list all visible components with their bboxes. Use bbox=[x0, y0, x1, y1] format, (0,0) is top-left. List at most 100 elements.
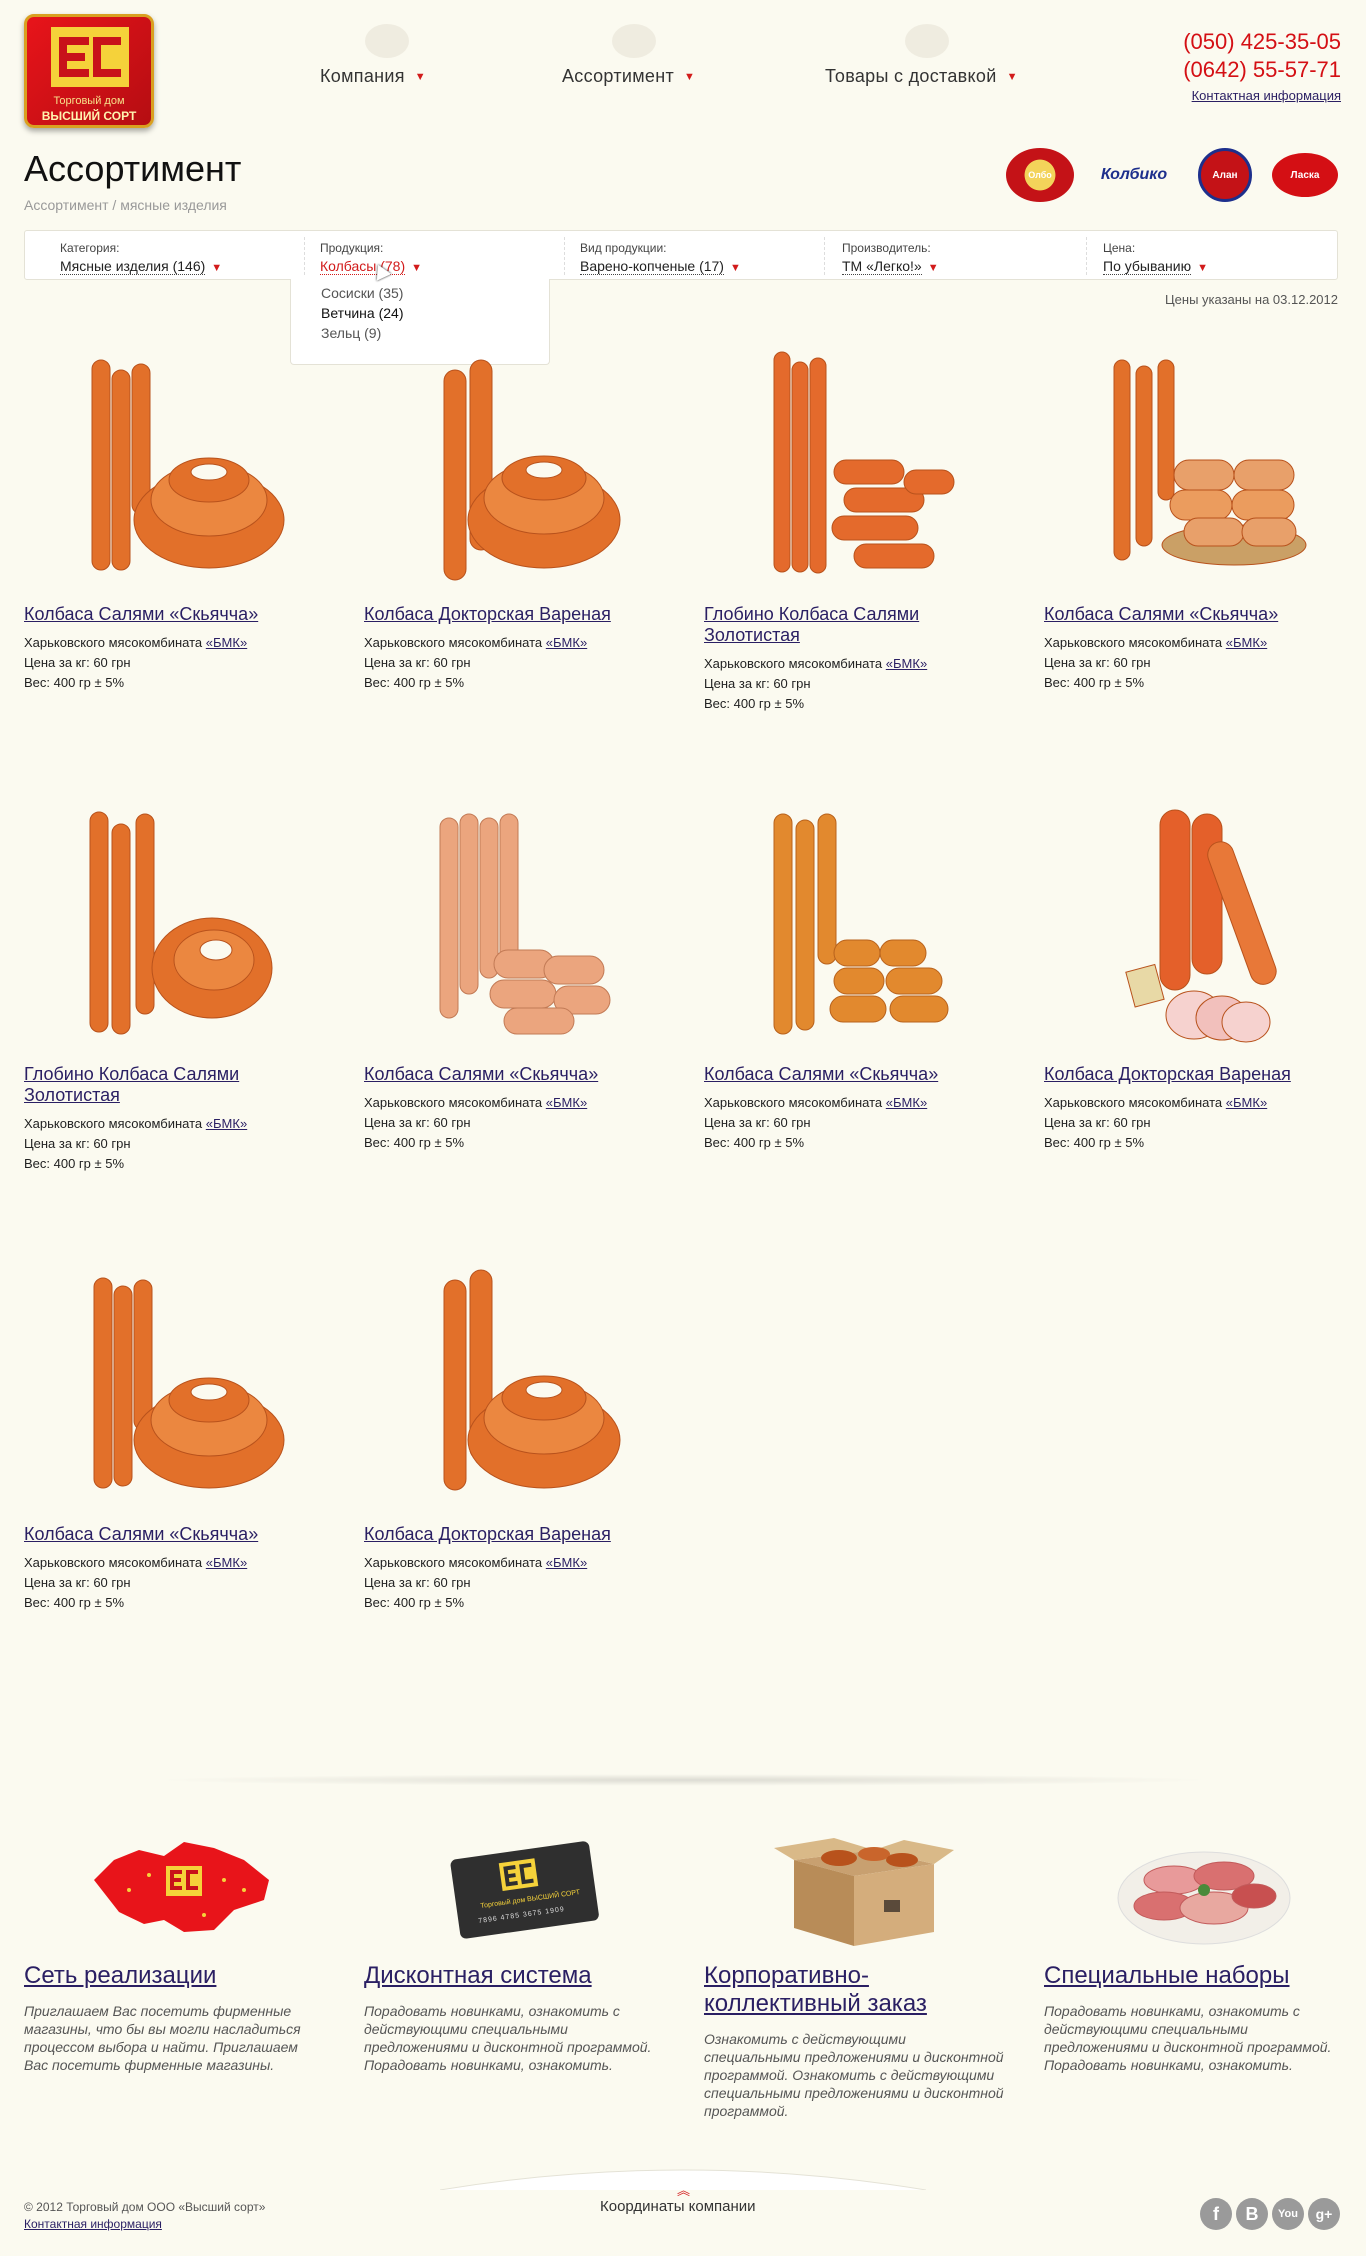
product-card[interactable]: Колбаса Салями «Скьяччa» Харьковского мя… bbox=[24, 340, 324, 693]
filter-value[interactable]: Колбасы (78) bbox=[320, 258, 406, 275]
product-maker: Харьковского мясокомбината bbox=[1044, 1095, 1223, 1110]
product-meta: Харьковского мясокомбината «БМК» Цена за… bbox=[704, 654, 1004, 714]
filter-category[interactable]: Категория: Мясные изделия (146) ▼ bbox=[60, 237, 305, 275]
brand-logo-laska[interactable]: Ласка bbox=[1272, 153, 1338, 197]
product-title-link[interactable]: Глобино Колбаса Салями Золотистая bbox=[704, 604, 974, 646]
product-image[interactable] bbox=[734, 340, 974, 590]
brand-logo-olbo[interactable]: Олбо bbox=[1006, 148, 1074, 202]
ukraine-map-icon[interactable] bbox=[84, 1820, 284, 1950]
nav-company-label: Компания bbox=[320, 66, 405, 86]
product-title-link[interactable]: Колбаса Салями «Скьяччa» bbox=[1044, 604, 1314, 625]
feature-title-link[interactable]: Сеть реализации bbox=[24, 1962, 324, 1990]
google-plus-icon[interactable]: g+ bbox=[1308, 2198, 1340, 2230]
maker-link[interactable]: «БМК» bbox=[886, 1095, 927, 1110]
meat-platter-image[interactable] bbox=[1104, 1820, 1304, 1950]
product-weight: Вес: 400 гр ± 5% bbox=[1044, 675, 1145, 690]
product-title-link[interactable]: Глобино Колбаса Салями Золотистая bbox=[24, 1064, 294, 1106]
product-price: Цена за кг: 60 грн bbox=[1044, 1115, 1151, 1130]
chevron-down-icon: ▼ bbox=[684, 71, 696, 83]
product-maker: Харьковского мясокомбината bbox=[364, 635, 543, 650]
product-title-link[interactable]: Колбаса Докторская Вареная bbox=[364, 1524, 634, 1545]
product-image[interactable] bbox=[394, 340, 634, 590]
product-image[interactable] bbox=[54, 340, 294, 590]
filter-product-type[interactable]: Вид продукции: Варено-копченые (17) ▼ bbox=[580, 237, 825, 275]
filter-value[interactable]: Мясные изделия (146) bbox=[60, 258, 206, 275]
product-title-link[interactable]: Колбаса Докторская Вареная bbox=[1044, 1064, 1314, 1085]
company-coordinates-link[interactable]: Координаты компании bbox=[600, 2198, 756, 2215]
youtube-icon[interactable]: You bbox=[1272, 2198, 1304, 2230]
chevron-down-icon: ▼ bbox=[414, 71, 426, 83]
price-date: Цены указаны на 03.12.2012 bbox=[1165, 292, 1338, 307]
nav-delivery[interactable]: Товары с доставкой ▼ bbox=[825, 24, 1018, 87]
footer-contact-link[interactable]: Контактная информация bbox=[24, 2217, 162, 2231]
product-card[interactable]: Колбаса Докторская Вареная Харьковского … bbox=[364, 340, 664, 693]
product-card[interactable]: Глобино Колбаса Салями Золотистая Харько… bbox=[24, 800, 324, 1174]
sausage-links-icon bbox=[773, 351, 955, 574]
product-image[interactable] bbox=[394, 800, 634, 1050]
vkontakte-icon[interactable]: B bbox=[1236, 2198, 1268, 2230]
product-title-link[interactable]: Колбаса Докторская Вареная bbox=[364, 604, 634, 625]
product-meta: Харьковского мясокомбината «БМК» Цена за… bbox=[364, 633, 664, 693]
product-weight: Вес: 400 гр ± 5% bbox=[24, 1156, 125, 1171]
product-image[interactable] bbox=[1074, 340, 1314, 590]
dropdown-arrow-icon: ▼ bbox=[211, 262, 223, 274]
dropdown-option[interactable]: Ветчина (24) bbox=[321, 303, 519, 323]
product-card[interactable]: Колбаса Салями «Скьяччa» Харьковского мя… bbox=[24, 1260, 324, 1613]
facebook-icon[interactable]: f bbox=[1200, 2198, 1232, 2230]
contact-info-link[interactable]: Контактная информация bbox=[1183, 88, 1341, 103]
product-image[interactable] bbox=[54, 800, 294, 1050]
site-header: Торговый дом ВЫСШИЙ СОРТ Компания ▼ Ассор… bbox=[0, 0, 1366, 140]
product-image[interactable] bbox=[1074, 800, 1314, 1050]
maker-link[interactable]: «БМК» bbox=[206, 1555, 247, 1570]
maker-link[interactable]: «БМК» bbox=[886, 656, 927, 671]
product-card[interactable]: Колбаса Салями «Скьяччa» Харьковского мя… bbox=[1044, 340, 1344, 693]
scroll-up-icon[interactable]: ︽ bbox=[677, 2180, 690, 2199]
nav-assortment[interactable]: Ассортимент ▼ bbox=[562, 24, 696, 87]
nav-company[interactable]: Компания ▼ bbox=[320, 24, 426, 87]
feature-title-link[interactable]: Дисконтная система bbox=[364, 1962, 664, 1990]
filter-value[interactable]: По убыванию bbox=[1103, 258, 1192, 275]
product-price: Цена за кг: 60 грн bbox=[24, 1136, 131, 1151]
product-image[interactable] bbox=[54, 1260, 294, 1510]
maker-link[interactable]: «БМК» bbox=[546, 1555, 587, 1570]
site-logo[interactable]: Торговый дом ВЫСШИЙ СОРТ bbox=[24, 14, 154, 128]
filter-manufacturer[interactable]: Производитель: ТМ «Легко!» ▼ bbox=[842, 237, 1087, 275]
maker-link[interactable]: «БМК» bbox=[1226, 635, 1267, 650]
product-card[interactable]: Колбаса Салями «Скьяччa» Харьковского мя… bbox=[364, 800, 664, 1153]
breadcrumb[interactable]: Ассортимент / мясные изделия bbox=[24, 197, 227, 213]
product-card[interactable]: Колбаса Докторская Вареная Харьковского … bbox=[1044, 800, 1344, 1153]
brand-label: Колбико bbox=[1100, 166, 1168, 183]
nav-assortment-label: Ассортимент bbox=[562, 66, 675, 86]
product-card[interactable]: Колбаса Докторская Вареная Харьковского … bbox=[364, 1260, 664, 1613]
maker-link[interactable]: «БМК» bbox=[206, 1116, 247, 1131]
product-image[interactable] bbox=[734, 800, 974, 1050]
maker-link[interactable]: «БМК» bbox=[206, 635, 247, 650]
brand-label: Алан bbox=[1212, 169, 1238, 181]
product-maker: Харьковского мясокомбината bbox=[704, 1095, 883, 1110]
maker-link[interactable]: «БМК» bbox=[546, 1095, 587, 1110]
maker-link[interactable]: «БМК» bbox=[1226, 1095, 1267, 1110]
brand-logo-kolbiko[interactable]: Колбико bbox=[1094, 148, 1174, 202]
maker-link[interactable]: «БМК» bbox=[546, 635, 587, 650]
product-title-link[interactable]: Колбаса Салями «Скьяччa» bbox=[364, 1064, 634, 1085]
filter-value[interactable]: ТМ «Легко!» bbox=[842, 258, 922, 275]
feature-title-link[interactable]: Специальные наборы bbox=[1044, 1962, 1344, 1990]
filter-label: Производитель: bbox=[842, 241, 931, 255]
feature-description: Порадовать новинками, ознакомить с дейст… bbox=[364, 2003, 652, 2073]
product-weight: Вес: 400 гр ± 5% bbox=[704, 696, 805, 711]
product-card[interactable]: Колбаса Салями «Скьяччa» Харьковского мя… bbox=[704, 800, 1004, 1153]
product-card[interactable]: Глобино Колбаса Салями Золотистая Харько… bbox=[704, 340, 1004, 714]
filter-product[interactable]: Продукция: Колбасы (78) ▼ bbox=[320, 237, 565, 275]
filter-price[interactable]: Цена: По убыванию ▼ bbox=[1103, 237, 1333, 275]
filter-value[interactable]: Варено-копченые (17) bbox=[580, 258, 724, 275]
product-title-link[interactable]: Колбаса Салями «Скьяччa» bbox=[24, 604, 294, 625]
product-image[interactable] bbox=[394, 1260, 634, 1510]
discount-card-image[interactable]: Торговый дом ВЫСШИЙ СОРТ 7896 4785 3675 … bbox=[424, 1820, 624, 1950]
brand-logo-alan[interactable]: Алан bbox=[1198, 148, 1252, 202]
feature-title-link[interactable]: Корпоративно-коллективный заказ bbox=[704, 1962, 1004, 2018]
dropdown-option[interactable]: Сосиски (35) bbox=[321, 283, 519, 303]
product-meta: Харьковского мясокомбината «БМК» Цена за… bbox=[704, 1093, 1004, 1153]
box-image[interactable] bbox=[764, 1820, 964, 1950]
product-title-link[interactable]: Колбаса Салями «Скьяччa» bbox=[704, 1064, 974, 1085]
product-title-link[interactable]: Колбаса Салями «Скьяччa» bbox=[24, 1524, 294, 1545]
